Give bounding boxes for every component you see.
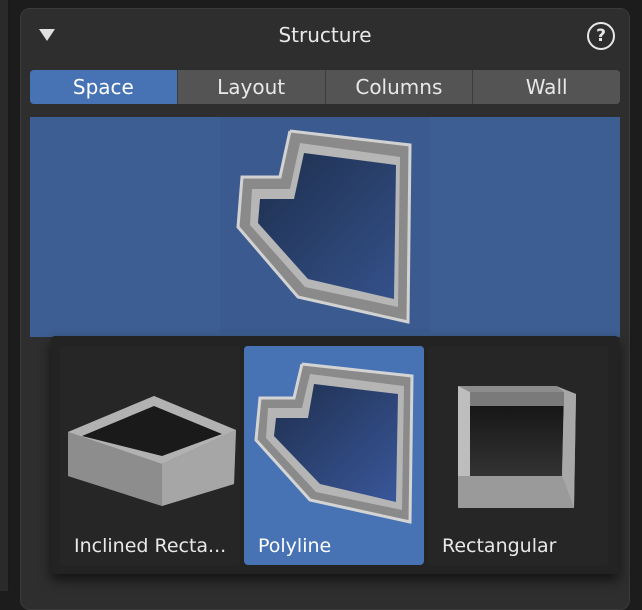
- rectangular-room-icon: [428, 346, 608, 526]
- option-polyline[interactable]: Polyline: [244, 346, 424, 565]
- left-edge-strip: [0, 0, 9, 591]
- tab-space[interactable]: Space: [30, 70, 178, 104]
- shape-preview: [30, 117, 620, 337]
- polyline-room-icon: [220, 117, 430, 333]
- tab-wall[interactable]: Wall: [473, 70, 620, 104]
- polyline-room-icon: [244, 346, 424, 526]
- option-label: Inclined Recta...: [74, 535, 227, 557]
- panel-header[interactable]: Structure ?: [21, 9, 629, 63]
- room-shape-menu: Inclined Recta... Polyline Rectangular: [51, 336, 619, 574]
- option-label: Polyline: [258, 535, 332, 557]
- option-label: Rectangular: [442, 535, 557, 557]
- tab-bar: Space Layout Columns Wall: [30, 70, 620, 104]
- inclined-rectangle-room-icon: [60, 346, 240, 526]
- option-inclined-rectangle[interactable]: Inclined Recta...: [60, 346, 240, 565]
- tab-columns[interactable]: Columns: [325, 70, 474, 104]
- option-rectangular[interactable]: Rectangular: [428, 346, 608, 565]
- tab-layout[interactable]: Layout: [177, 70, 326, 104]
- panel-title: Structure: [278, 23, 372, 47]
- question-circle-icon[interactable]: ?: [587, 22, 615, 50]
